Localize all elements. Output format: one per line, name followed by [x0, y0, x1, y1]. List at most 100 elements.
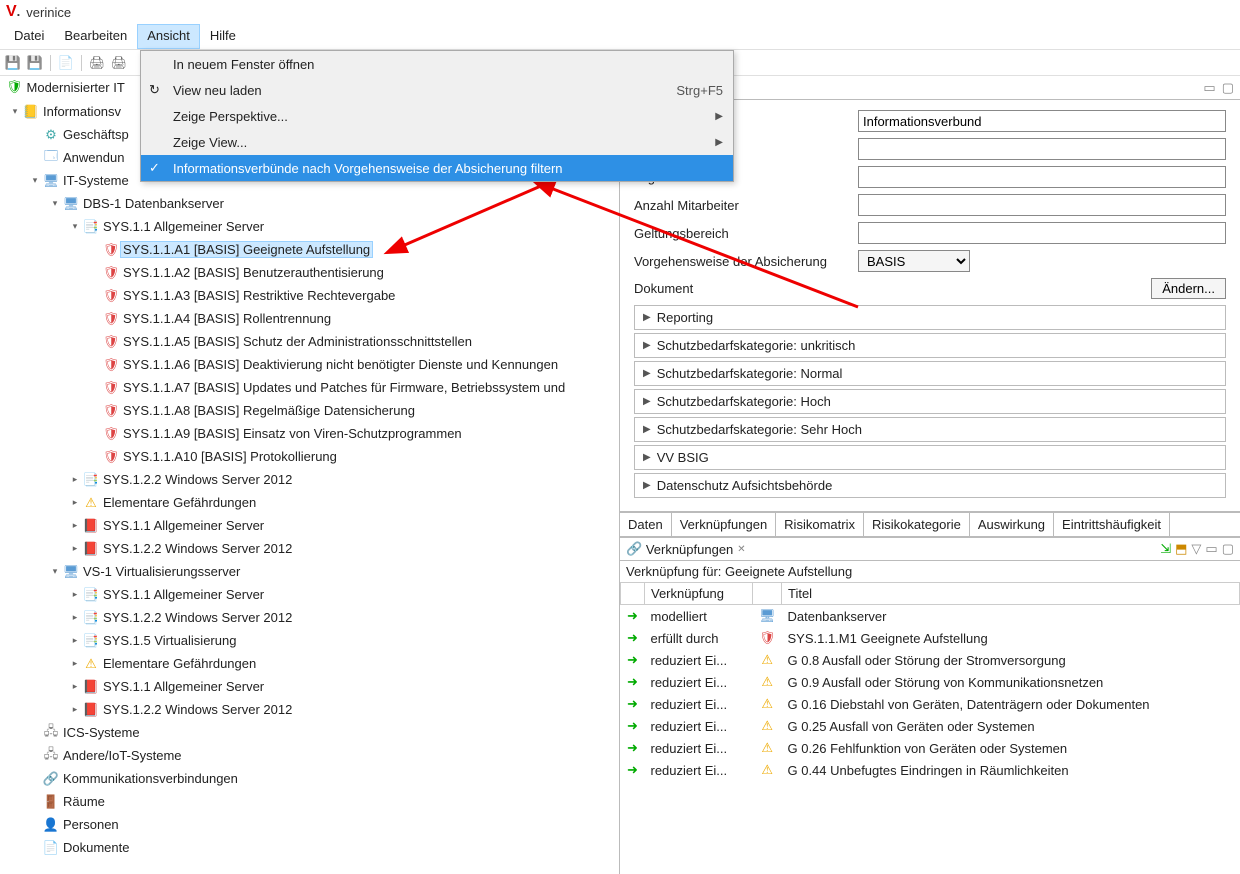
tree-row[interactable]: ▸📕SYS.1.1 Allgemeiner Server — [2, 675, 619, 698]
menu-item[interactable]: ↻View neu ladenStrg+F5 — [141, 77, 733, 103]
ansicht-menu[interactable]: In neuem Fenster öffnen↻View neu ladenSt… — [140, 50, 734, 182]
tree-row[interactable]: ▸📑SYS.1.5 Virtualisierung — [2, 629, 619, 652]
close-icon[interactable]: ✕ — [737, 544, 745, 555]
tree-twisty[interactable]: ▾ — [68, 221, 82, 232]
tree-row[interactable]: 🛡SYS.1.1.A3 [BASIS] Restriktive Rechteve… — [2, 284, 619, 307]
tree-row[interactable]: 🔗Kommunikationsverbindungen — [2, 767, 619, 790]
bottom-tab[interactable]: Verknüpfungen — [672, 513, 776, 536]
link-row[interactable]: ➜reduziert Ei...⚠G 0.44 Unbefugtes Eindr… — [621, 759, 1240, 781]
tree-twisty[interactable]: ▾ — [48, 566, 62, 577]
tree-row[interactable]: 🛡SYS.1.1.A2 [BASIS] Benutzerauthentisier… — [2, 261, 619, 284]
mitarbeiter-input[interactable] — [858, 194, 1226, 216]
abk-input[interactable] — [858, 138, 1226, 160]
tree-row[interactable]: ▸⚠Elementare Gefährdungen — [2, 652, 619, 675]
bottom-tab[interactable]: Risikomatrix — [776, 513, 864, 536]
tags-input[interactable] — [858, 166, 1226, 188]
vorgehen-select[interactable]: BASIS — [858, 250, 970, 272]
link-col-header[interactable]: Titel — [781, 583, 1239, 605]
menu-hilfe[interactable]: Hilfe — [200, 24, 246, 49]
tree-row[interactable]: ▸📑SYS.1.2.2 Windows Server 2012 — [2, 606, 619, 629]
link-col-header[interactable] — [621, 583, 645, 605]
tree-row[interactable]: 👤Personen — [2, 813, 619, 836]
tree-twisty[interactable]: ▸ — [68, 497, 82, 508]
print2-icon[interactable]: 🖨 — [110, 54, 128, 72]
link-tool-icon[interactable]: ⬒ — [1175, 541, 1187, 557]
accordion-header[interactable]: ▶Schutzbedarfskategorie: Normal — [634, 361, 1226, 386]
tree-twisty[interactable]: ▸ — [68, 589, 82, 600]
accordion-header[interactable]: ▶Reporting — [634, 305, 1226, 330]
tree-row[interactable]: 🛡SYS.1.1.A9 [BASIS] Einsatz von Viren-Sc… — [2, 422, 619, 445]
tree-row[interactable]: ▾🖥VS-1 Virtualisierungsserver — [2, 560, 619, 583]
menu-bearbeiten[interactable]: Bearbeiten — [54, 24, 137, 49]
tree-row[interactable]: 🛡SYS.1.1.A5 [BASIS] Schutz der Administr… — [2, 330, 619, 353]
link-row[interactable]: ➜reduziert Ei...⚠G 0.16 Diebstahl von Ge… — [621, 693, 1240, 715]
bottom-tab[interactable]: Eintrittshäufigkeit — [1054, 513, 1170, 536]
tree-twisty[interactable]: ▸ — [68, 658, 82, 669]
tree[interactable]: ▾📒Informationsv⚙Geschäftsp🗔Anwendun▾🖥IT-… — [0, 98, 619, 874]
accordion-header[interactable]: ▶VV BSIG — [634, 445, 1226, 470]
tree-twisty[interactable]: ▾ — [48, 198, 62, 209]
bottom-tab[interactable]: Daten — [620, 513, 672, 536]
link-col-header[interactable] — [753, 583, 782, 605]
link-row[interactable]: ➜modelliert🖥Datenbankserver — [621, 605, 1240, 628]
menu-item[interactable]: ✓Informationsverbünde nach Vorgehensweis… — [141, 155, 733, 181]
link-row[interactable]: ➜reduziert Ei...⚠G 0.8 Ausfall oder Stör… — [621, 649, 1240, 671]
geltung-input[interactable] — [858, 222, 1226, 244]
tree-twisty[interactable]: ▸ — [68, 635, 82, 646]
tree-row[interactable]: 🚪Räume — [2, 790, 619, 813]
maximize-icon[interactable]: ▢ — [1222, 80, 1234, 96]
max-icon[interactable]: ▢ — [1222, 541, 1234, 557]
tree-row[interactable]: 🛡SYS.1.1.A4 [BASIS] Rollentrennung — [2, 307, 619, 330]
tree-row[interactable]: ▸📕SYS.1.2.2 Windows Server 2012 — [2, 698, 619, 721]
tree-row[interactable]: ▸📑SYS.1.1 Allgemeiner Server — [2, 583, 619, 606]
link-table[interactable]: Verknüpfung Titel➜modelliert🖥Datenbankser… — [620, 582, 1240, 874]
tree-row[interactable]: ▾🖥DBS-1 Datenbankserver — [2, 192, 619, 215]
tree-row[interactable]: 🛡SYS.1.1.A8 [BASIS] Regelmäßige Datensic… — [2, 399, 619, 422]
tree-row[interactable]: ▸📑SYS.1.2.2 Windows Server 2012 — [2, 468, 619, 491]
tree-row[interactable]: 📄Dokumente — [2, 836, 619, 859]
menu-item[interactable]: Zeige View...▶ — [141, 129, 733, 155]
tree-twisty[interactable]: ▸ — [68, 681, 82, 692]
save-all-icon[interactable]: 💾 — [26, 54, 44, 72]
aendern-button[interactable]: Ändern... — [1151, 278, 1226, 299]
bottom-tab[interactable]: Auswirkung — [970, 513, 1054, 536]
tree-row[interactable]: ▾📑SYS.1.1 Allgemeiner Server — [2, 215, 619, 238]
expand-icon[interactable]: ⇲ — [1160, 541, 1171, 557]
tree-twisty[interactable]: ▸ — [68, 704, 82, 715]
tree-row[interactable]: ▸📕SYS.1.2.2 Windows Server 2012 — [2, 537, 619, 560]
menu-icon[interactable]: ▽ — [1191, 541, 1201, 557]
tree-twisty[interactable]: ▾ — [8, 106, 22, 117]
accordion-header[interactable]: ▶Datenschutz Aufsichtsbehörde — [634, 473, 1226, 498]
doc-icon[interactable]: 📄 — [57, 54, 75, 72]
tree-row[interactable]: 🖧Andere/IoT-Systeme — [2, 744, 619, 767]
tree-row[interactable]: ▸📕SYS.1.1 Allgemeiner Server — [2, 514, 619, 537]
link-col-header[interactable]: Verknüpfung — [645, 583, 753, 605]
tree-row[interactable]: 🛡SYS.1.1.A6 [BASIS] Deaktivierung nicht … — [2, 353, 619, 376]
link-row[interactable]: ➜reduziert Ei...⚠G 0.25 Ausfall von Gerä… — [621, 715, 1240, 737]
tree-row[interactable]: 🛡SYS.1.1.A1 [BASIS] Geeignete Aufstellun… — [2, 238, 619, 261]
print-icon[interactable]: 🖨 — [88, 54, 106, 72]
tree-twisty[interactable]: ▸ — [68, 520, 82, 531]
tree-twisty[interactable]: ▸ — [68, 543, 82, 554]
accordion-header[interactable]: ▶Schutzbedarfskategorie: Sehr Hoch — [634, 417, 1226, 442]
accordion-header[interactable]: ▶Schutzbedarfskategorie: Hoch — [634, 389, 1226, 414]
link-row[interactable]: ➜reduziert Ei...⚠G 0.26 Fehlfunktion von… — [621, 737, 1240, 759]
menu-item[interactable]: Zeige Perspektive...▶ — [141, 103, 733, 129]
bottom-tab[interactable]: Risikokategorie — [864, 513, 970, 536]
menu-item[interactable]: In neuem Fenster öffnen — [141, 51, 733, 77]
tree-twisty[interactable]: ▸ — [68, 474, 82, 485]
tree-row[interactable]: 🛡SYS.1.1.A7 [BASIS] Updates und Patches … — [2, 376, 619, 399]
menu-datei[interactable]: Datei — [4, 24, 54, 49]
tree-twisty[interactable]: ▸ — [68, 612, 82, 623]
titel-input[interactable] — [858, 110, 1226, 132]
link-row[interactable]: ➜erfüllt durch🛡SYS.1.1.M1 Geeignete Aufs… — [621, 627, 1240, 649]
tree-row[interactable]: ▸⚠Elementare Gefährdungen — [2, 491, 619, 514]
min-icon[interactable]: ▭ — [1205, 541, 1217, 557]
menu-ansicht[interactable]: Ansicht — [137, 24, 200, 49]
save-icon[interactable]: 💾 — [4, 54, 22, 72]
accordion-header[interactable]: ▶Schutzbedarfskategorie: unkritisch — [634, 333, 1226, 358]
tree-twisty[interactable]: ▾ — [28, 175, 42, 186]
tree-row[interactable]: 🖧ICS-Systeme — [2, 721, 619, 744]
link-row[interactable]: ➜reduziert Ei...⚠G 0.9 Ausfall oder Stör… — [621, 671, 1240, 693]
tree-row[interactable]: 🛡SYS.1.1.A10 [BASIS] Protokollierung — [2, 445, 619, 468]
